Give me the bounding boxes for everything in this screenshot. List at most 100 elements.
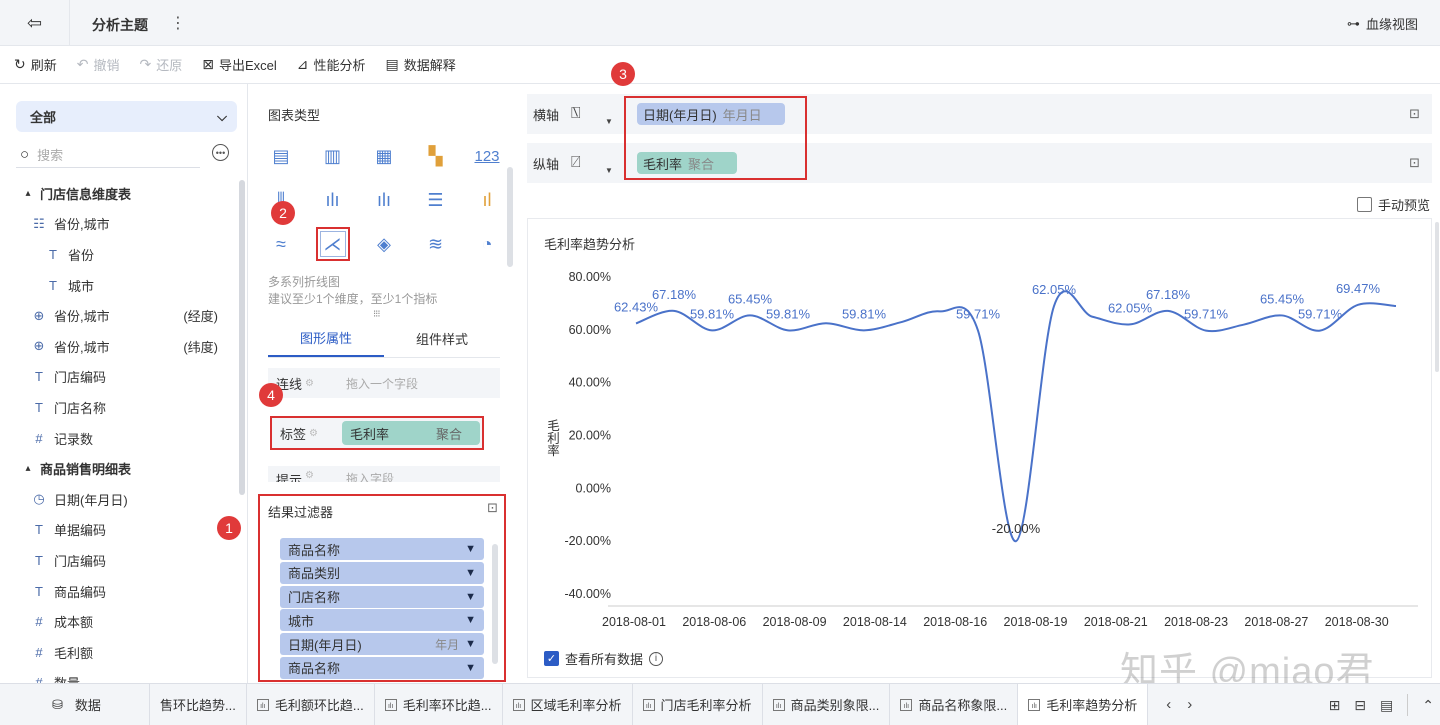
- tree-field[interactable]: T 商品编码: [0, 576, 236, 607]
- filter-item[interactable]: 城市 ▼: [280, 609, 484, 632]
- more-icon[interactable]: •••: [212, 144, 229, 161]
- collapse-icon[interactable]: ⌃: [1422, 697, 1434, 714]
- manual-preview-checkbox[interactable]: [1357, 197, 1372, 212]
- tree-field[interactable]: # 记录数: [0, 423, 236, 454]
- sheet-tab[interactable]: ılı 商品名称象限...: [890, 684, 1019, 725]
- filter-icon[interactable]: ▼: [465, 662, 476, 674]
- area-chart-icon[interactable]: ≋: [419, 227, 453, 261]
- filter-icon[interactable]: ▼: [465, 614, 476, 626]
- filter-item[interactable]: 门店名称 ▼: [280, 585, 484, 608]
- gear-icon[interactable]: ⚙: [305, 470, 314, 481]
- sheet-tab[interactable]: ılı 商品类别象限...: [763, 684, 891, 725]
- view-all-label: 查看所有数据: [565, 652, 644, 667]
- filter-icon[interactable]: ▼: [465, 543, 476, 555]
- exit-icon[interactable]: ⇦: [0, 0, 70, 46]
- more-options-icon[interactable]: ⋮: [170, 13, 186, 33]
- detail-table-chart-icon[interactable]: ▦: [367, 139, 401, 173]
- tab-shape-properties[interactable]: 图形属性: [268, 320, 384, 357]
- search-field[interactable]: ○ 搜索: [16, 142, 200, 168]
- data-tab[interactable]: ⛁ 数据: [0, 684, 150, 725]
- filter-icon[interactable]: ▼: [465, 591, 476, 603]
- export-excel-button[interactable]: ⊠ 导出Excel: [202, 55, 277, 74]
- kpi-chart-icon[interactable]: 123: [470, 139, 504, 173]
- tree-field[interactable]: T 省份: [0, 239, 236, 270]
- filter-icon[interactable]: ▼: [465, 638, 476, 650]
- filter-item[interactable]: 商品类别 ▼: [280, 561, 484, 584]
- redo-button[interactable]: ↷ 还原: [140, 55, 183, 74]
- tree-group[interactable]: ▴ 商品销售明细表: [0, 453, 236, 484]
- tree-field[interactable]: T 城市: [0, 270, 236, 301]
- label-property-row[interactable]: 标签 ⚙ 毛利率 聚合: [270, 416, 484, 450]
- filter-item[interactable]: 商品名称 ▼: [280, 656, 484, 679]
- chevron-right-icon[interactable]: ›: [1187, 696, 1192, 713]
- data-explain-button[interactable]: ▤ 数据解释: [386, 55, 456, 74]
- line-property-row[interactable]: 连线 ⚙ 拖入一个字段: [268, 368, 500, 398]
- x-axis-chart-icon[interactable]: ⍂: [571, 105, 605, 123]
- undo-button[interactable]: ↶ 撤销: [77, 55, 120, 74]
- radar-chart-icon[interactable]: ◈: [367, 227, 401, 261]
- caret-down-icon[interactable]: ▼: [605, 166, 613, 175]
- column-chart-icon[interactable]: ılı: [367, 183, 401, 217]
- table-chart-icon[interactable]: ▤: [264, 139, 298, 173]
- sheet-tab[interactable]: ılı 毛利率环比趋...: [375, 684, 503, 725]
- cross-table-chart-icon[interactable]: ▥: [316, 139, 350, 173]
- scrollbar[interactable]: [1435, 222, 1439, 372]
- sheet-tab[interactable]: ılı 门店毛利率分析: [633, 684, 763, 725]
- drag-handle[interactable]: ⁝⁝⁝: [373, 309, 380, 320]
- lock-icon[interactable]: ⊡: [1409, 155, 1420, 171]
- scrollbar[interactable]: [492, 544, 498, 664]
- lock-icon[interactable]: ⊡: [1409, 106, 1420, 122]
- caret-down-icon[interactable]: ▼: [605, 117, 613, 126]
- lineage-view-button[interactable]: ⊶ 血缘视图: [1347, 14, 1418, 33]
- scrollbar[interactable]: [507, 167, 513, 267]
- scrollbar[interactable]: [239, 180, 245, 495]
- gear-icon[interactable]: ⚙: [309, 428, 318, 439]
- tree-field[interactable]: ⊕ 省份,城市 (纬度): [0, 331, 236, 362]
- tree-field[interactable]: ◷ 日期(年月日): [0, 484, 236, 515]
- tree-field[interactable]: T 门店名称: [0, 392, 236, 423]
- filter-item[interactable]: 商品名称 ▼: [280, 538, 484, 560]
- add-chart-icon[interactable]: ⊞: [1329, 697, 1341, 714]
- matrix-chart-icon[interactable]: ▚: [419, 139, 453, 173]
- waterfall-chart-icon[interactable]: ıl: [470, 183, 504, 217]
- tree-group[interactable]: ▴ 门店信息维度表: [0, 178, 236, 209]
- sheet-tab[interactable]: ılı 毛利率趋势分析: [1018, 684, 1149, 725]
- tree-field[interactable]: T 单据编码: [0, 515, 236, 546]
- tree-field[interactable]: T 门店编码: [0, 545, 236, 576]
- collapse-icon[interactable]: ▴: [22, 188, 34, 199]
- horizontal-bar-chart-icon[interactable]: ☰: [419, 183, 453, 217]
- collapse-icon[interactable]: ▴: [22, 463, 34, 474]
- tree-field[interactable]: ☷ 省份,城市: [0, 209, 236, 240]
- tooltip-property-row[interactable]: 提示 ⚙ 拖入字段: [268, 466, 500, 482]
- tree-field[interactable]: T 门店编码: [0, 362, 236, 393]
- view-all-data-toggle[interactable]: ✓ 查看所有数据 i: [544, 649, 664, 668]
- tree-label: 成本额: [54, 615, 94, 631]
- tree-field[interactable]: # 毛利额: [0, 637, 236, 668]
- scope-dropdown[interactable]: 全部 ⌵: [16, 101, 237, 132]
- sheet-tab[interactable]: ılı 毛利额环比趋...: [247, 684, 375, 725]
- gear-icon[interactable]: ⚙: [305, 378, 314, 389]
- gauge-chart-icon[interactable]: ◔: [470, 227, 504, 261]
- info-icon[interactable]: i: [649, 651, 664, 666]
- chevron-left-icon[interactable]: ‹: [1166, 696, 1171, 713]
- series-line[interactable]: [635, 290, 1397, 543]
- sheet-tab[interactable]: 售环比趋势...: [150, 684, 247, 725]
- view-all-checkbox[interactable]: ✓: [544, 651, 559, 666]
- filter-item[interactable]: 日期(年月日) 年月 ▼: [280, 633, 484, 656]
- performance-button[interactable]: ⊿ 性能分析: [297, 55, 366, 74]
- add-report-icon[interactable]: ▤: [1380, 697, 1393, 714]
- line-chart-icon[interactable]: ≈: [264, 227, 298, 261]
- manual-preview-toggle[interactable]: 手动预览: [1357, 195, 1430, 214]
- grouped-bar-chart-icon[interactable]: ılı: [316, 183, 350, 217]
- tab-component-style[interactable]: 组件样式: [384, 320, 500, 357]
- lock-icon[interactable]: ⊡: [487, 500, 498, 516]
- filter-icon[interactable]: ▼: [465, 567, 476, 579]
- sheet-tab[interactable]: ılı 区域毛利率分析: [503, 684, 633, 725]
- label-field-pill[interactable]: 毛利率 聚合: [342, 421, 480, 445]
- refresh-button[interactable]: ↻ 刷新: [14, 55, 57, 74]
- multi-line-chart-icon[interactable]: ⋌: [315, 227, 350, 261]
- tree-field[interactable]: ⊕ 省份,城市 (经度): [0, 300, 236, 331]
- tree-field[interactable]: # 成本额: [0, 606, 236, 637]
- add-table-icon[interactable]: ⊟: [1354, 697, 1366, 714]
- y-axis-chart-icon[interactable]: ⍁: [571, 154, 605, 172]
